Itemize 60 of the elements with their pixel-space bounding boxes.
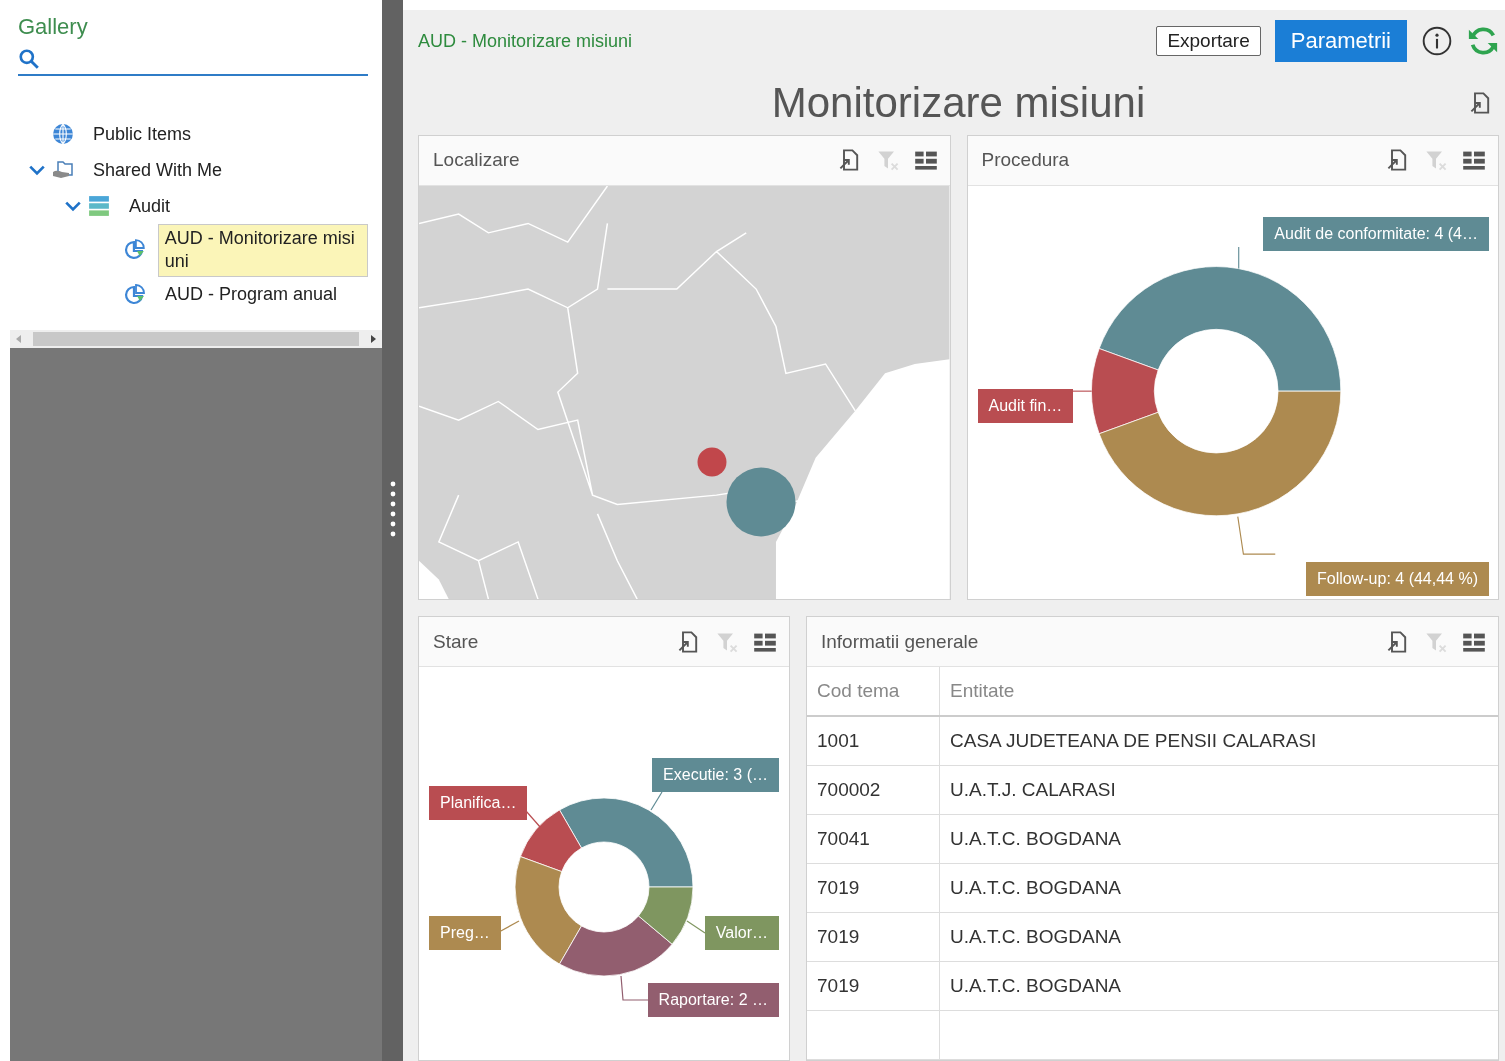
table-cell-text: U.A.T.C. BOGDANA xyxy=(949,925,1123,949)
tree-item[interactable]: Public Items xyxy=(86,120,199,148)
info-icon[interactable] xyxy=(1421,25,1453,58)
donut-slice[interactable] xyxy=(1090,348,1158,435)
tree-item[interactable]: Shared With Me xyxy=(86,156,230,184)
dashboard-title: Monitorizare misiuni xyxy=(771,78,1146,127)
table-cell: 700002 xyxy=(807,766,940,814)
table-cell: 7019 xyxy=(807,864,940,912)
table-cell: 70041 xyxy=(807,815,940,863)
table-cell: 7019 xyxy=(807,962,940,1010)
leader-line xyxy=(498,920,520,933)
donut-slice[interactable] xyxy=(638,886,694,945)
leader-line xyxy=(525,810,542,829)
data-label: Executie: 3 (… xyxy=(652,758,779,792)
leader-line xyxy=(650,791,663,811)
leader-line xyxy=(1071,390,1092,392)
donut-slice[interactable] xyxy=(559,797,694,888)
column-header[interactable]: Cod tema xyxy=(807,667,940,715)
pie-chart-icon xyxy=(123,239,146,262)
leader-line xyxy=(620,975,649,1001)
search-icon xyxy=(18,48,40,70)
shared-folder-icon xyxy=(52,159,74,181)
export-button[interactable]: Exportare xyxy=(1156,26,1261,57)
data-label: Follow-up: 4 (44,44 %) xyxy=(1306,561,1489,596)
table-cell-text: U.A.T.C. BOGDANA xyxy=(949,876,1123,900)
leader-line xyxy=(1236,516,1276,555)
data-label: Planifica… xyxy=(429,786,528,820)
data-label: Raportare: 2 … xyxy=(647,983,779,1017)
leader-line xyxy=(1237,246,1239,269)
data-label: Audit de conformitate: 4 (4… xyxy=(1263,216,1489,251)
donut-slice[interactable] xyxy=(1098,266,1341,392)
donut-slice[interactable] xyxy=(514,856,582,965)
globe-icon xyxy=(52,123,74,145)
data-label: Preg… xyxy=(429,916,501,950)
column-header[interactable]: Entitate xyxy=(940,667,1498,715)
table-cell-text: U.A.T.C. BOGDANA xyxy=(949,974,1123,998)
donut-slice[interactable] xyxy=(519,809,582,872)
table-cell-text: U.A.T.J. CALARASI xyxy=(949,778,1117,802)
table-cell: 7019 xyxy=(807,913,940,961)
scrollbar[interactable] xyxy=(10,330,382,348)
tree-item[interactable]: AUD - Program anual xyxy=(158,281,345,309)
tree-item[interactable]: AUD - Monitorizare misiuni xyxy=(157,224,368,277)
pie-chart-icon xyxy=(124,283,146,306)
leader-line xyxy=(686,920,706,934)
gallery-title: Gallery xyxy=(18,14,89,40)
donut-slice[interactable] xyxy=(1098,390,1341,516)
table-cell-text: U.A.T.C. BOGDANA xyxy=(949,827,1123,851)
data-label: Audit fin… xyxy=(977,388,1074,423)
data-label: Valor… xyxy=(704,916,779,950)
parameters-button[interactable]: Parametrii xyxy=(1274,20,1407,63)
breadcrumb[interactable]: AUD - Monitorizare misiuni xyxy=(418,30,633,52)
panel-title: Localizare xyxy=(433,149,520,172)
panel-title: Procedura xyxy=(981,149,1070,172)
stack-icon xyxy=(88,195,110,217)
table-cell: 1001 xyxy=(807,717,940,765)
donut-slice[interactable] xyxy=(559,915,673,977)
panel-title: Stare xyxy=(433,630,479,653)
panel-title: Informatii generale xyxy=(821,630,979,653)
tree-item[interactable]: Audit xyxy=(122,192,178,220)
table-cell-text: CASA JUDETEANA DE PENSII CALARASI xyxy=(949,729,1318,753)
